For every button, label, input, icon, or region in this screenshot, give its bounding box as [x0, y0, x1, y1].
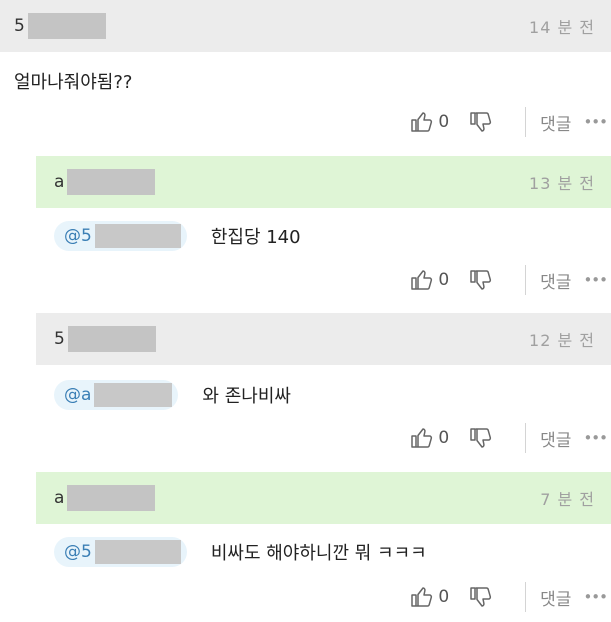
like-count: 0: [438, 587, 450, 607]
timestamp: 13 분 전: [529, 174, 595, 193]
username-initial: a: [54, 172, 65, 192]
comment-text: 비싸도 해야하니깐 뭐 ㅋㅋㅋ: [210, 543, 427, 564]
more-icon[interactable]: •••: [583, 113, 608, 131]
more-icon[interactable]: •••: [583, 429, 608, 447]
divider: [525, 582, 527, 612]
timestamp: 12 분 전: [529, 331, 595, 350]
like-button[interactable]: 0: [410, 585, 449, 609]
thumbs-up-icon: [411, 587, 433, 607]
thumbs-down-icon: [470, 270, 492, 290]
like-button[interactable]: 0: [410, 110, 449, 134]
username[interactable]: a: [54, 485, 156, 511]
redacted-username: [67, 326, 156, 352]
more-icon[interactable]: •••: [583, 588, 608, 606]
comment-text: 얼마나줘야됨??: [14, 72, 133, 93]
like-count: 0: [438, 112, 450, 132]
comment-body: @a 와 존나비싸: [54, 380, 291, 410]
comment-actions: 0 댓글 •••: [410, 422, 611, 454]
dislike-button[interactable]: [469, 585, 493, 609]
mention-tag[interactable]: @5: [54, 221, 187, 251]
thumbs-down-icon: [470, 587, 492, 607]
comment-text: 한집당 140: [210, 227, 301, 248]
comment-actions: 0 댓글 •••: [410, 581, 611, 613]
comment-header: 5 12 분 전: [36, 313, 611, 365]
username[interactable]: 5: [14, 13, 106, 39]
thumbs-up-icon: [411, 270, 433, 290]
redacted-username: [67, 485, 156, 511]
redacted-username: [67, 169, 156, 195]
mention-text: @a: [64, 385, 92, 405]
comment-header: a 13 분 전: [36, 156, 611, 208]
timestamp: 14 분 전: [529, 18, 595, 37]
username[interactable]: a: [54, 169, 156, 195]
username-initial: 5: [14, 16, 25, 36]
thumbs-up-icon: [411, 112, 433, 132]
like-button[interactable]: 0: [410, 268, 449, 292]
reply-button[interactable]: 댓글: [540, 585, 571, 610]
divider: [525, 107, 527, 137]
mention-tag[interactable]: @a: [54, 380, 179, 410]
dislike-button[interactable]: [469, 426, 493, 450]
timestamp: 7 분 전: [540, 490, 595, 509]
comment-body: @5 한집당 140: [54, 221, 301, 251]
divider: [525, 265, 527, 295]
thumbs-down-icon: [470, 112, 492, 132]
thumbs-up-icon: [411, 428, 433, 448]
comment-actions: 0 댓글 •••: [410, 106, 611, 138]
dislike-button[interactable]: [469, 110, 493, 134]
mention-tag[interactable]: @5: [54, 537, 187, 567]
reply-button[interactable]: 댓글: [540, 426, 571, 451]
more-icon[interactable]: •••: [583, 271, 608, 289]
thumbs-down-icon: [470, 428, 492, 448]
mention-text: @5: [64, 226, 92, 246]
username-initial: a: [54, 488, 65, 508]
reply-button[interactable]: 댓글: [540, 110, 571, 135]
reply-button[interactable]: 댓글: [540, 268, 571, 293]
dislike-button[interactable]: [469, 268, 493, 292]
redacted-mention: [94, 540, 181, 564]
like-count: 0: [438, 270, 450, 290]
comment-body: 얼마나줘야됨??: [14, 66, 132, 96]
like-button[interactable]: 0: [410, 426, 449, 450]
username-initial: 5: [54, 329, 65, 349]
username[interactable]: 5: [54, 326, 156, 352]
divider: [525, 423, 527, 453]
comment-body: @5 비싸도 해야하니깐 뭐 ㅋㅋㅋ: [54, 537, 427, 567]
redacted-mention: [94, 383, 173, 407]
redacted-mention: [94, 224, 181, 248]
comment-header: a 7 분 전: [36, 472, 611, 524]
comment-text: 와 존나비싸: [202, 386, 291, 407]
comment-header: 5 14 분 전: [0, 0, 611, 52]
comment-actions: 0 댓글 •••: [410, 264, 611, 296]
mention-text: @5: [64, 542, 92, 562]
redacted-username: [27, 13, 106, 39]
like-count: 0: [438, 428, 450, 448]
